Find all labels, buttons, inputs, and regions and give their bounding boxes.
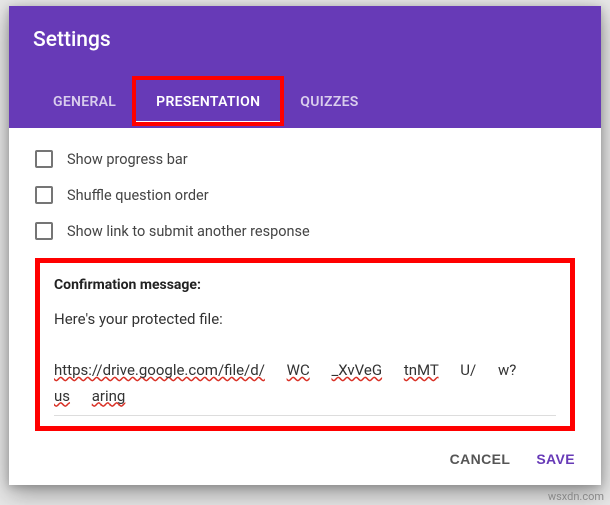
annotation-highlight-box: Confirmation message: Here's your protec…: [35, 258, 575, 431]
cancel-button[interactable]: CANCEL: [450, 451, 511, 467]
tab-label: PRESENTATION: [156, 94, 260, 110]
confirm-line-1: Here's your protected file:: [54, 307, 556, 333]
tab-bar: GENERAL PRESENTATION QUIZZES: [33, 80, 577, 124]
tab-quizzes[interactable]: QUIZZES: [280, 80, 378, 124]
option-row-progress: Show progress bar: [35, 150, 575, 168]
dialog-body: Show progress bar Shuffle question order…: [9, 128, 601, 435]
option-label: Show progress bar: [67, 151, 188, 168]
settings-dialog: Settings GENERAL PRESENTATION QUIZZES Sh…: [9, 6, 601, 485]
tab-general[interactable]: GENERAL: [33, 80, 136, 124]
option-label: Show link to submit another response: [67, 223, 310, 240]
checkbox-shuffle[interactable]: [35, 186, 53, 204]
dialog-footer: CANCEL SAVE: [9, 435, 601, 485]
save-button[interactable]: SAVE: [536, 451, 575, 467]
option-row-shuffle: Shuffle question order: [35, 186, 575, 204]
checkbox-showlink[interactable]: [35, 222, 53, 240]
option-label: Shuffle question order: [67, 187, 209, 204]
confirmation-label: Confirmation message:: [54, 277, 556, 293]
checkbox-progress[interactable]: [35, 150, 53, 168]
option-row-showlink: Show link to submit another response: [35, 222, 575, 240]
confirm-url-line-2: us aring: [54, 387, 125, 405]
active-tab-underline: [136, 121, 280, 124]
tab-presentation[interactable]: PRESENTATION: [136, 80, 280, 124]
dialog-title: Settings: [33, 28, 577, 52]
dialog-header: Settings GENERAL PRESENTATION QUIZZES: [9, 6, 601, 128]
watermark: wsxdn.com: [548, 490, 604, 503]
confirm-url-line: https://drive.google.com/file/d/ WC _XvV…: [54, 361, 516, 379]
confirmation-message-input[interactable]: Here's your protected file: https://driv…: [54, 307, 556, 416]
